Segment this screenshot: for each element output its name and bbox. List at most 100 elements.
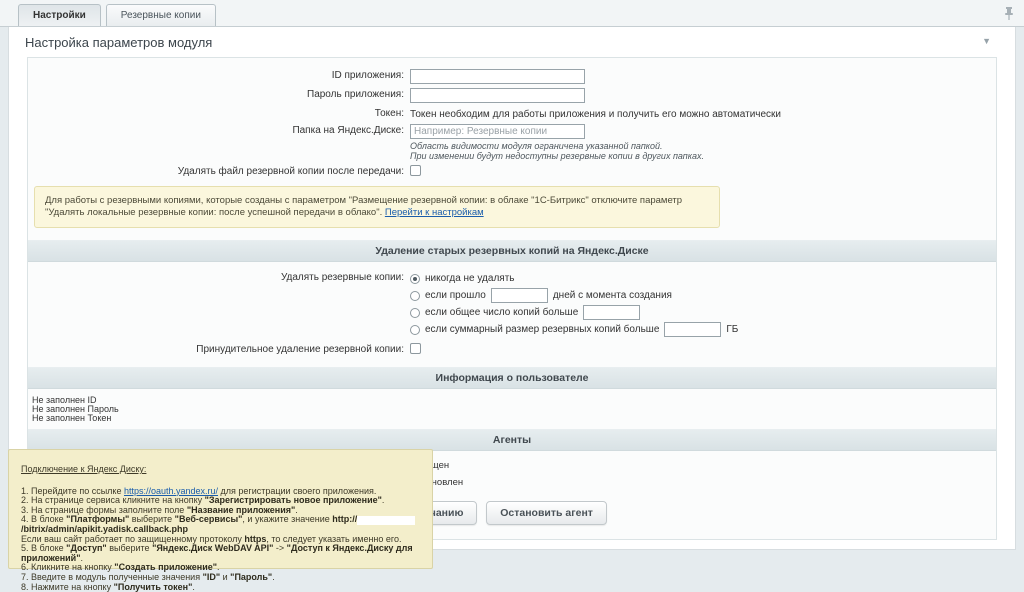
delete-after-checkbox[interactable] [410, 165, 421, 176]
agent-delete-status: Остановлен [410, 476, 996, 489]
instruction-text: . [80, 553, 83, 563]
folder-help-line-2: При изменении будут недоступны резервные… [410, 151, 996, 161]
oauth-yandex-link[interactable]: https://oauth.yandex.ru/ [124, 486, 218, 496]
yandex-connection-instructions: Подключение к Яндекс Диску: 1. Перейдите… [8, 449, 433, 569]
cleanup-radio-option-2[interactable]: если общее число копий больше [410, 305, 996, 320]
pin-icon[interactable] [1004, 6, 1014, 24]
tab-backups-label: Резервные копии [121, 10, 201, 21]
instruction-text: "Зарегистрировать новое приложение" [205, 495, 382, 505]
radio-icon[interactable] [410, 308, 420, 318]
instruction-text: . [272, 572, 275, 582]
cleanup-label: Удалять резервные копии: [28, 270, 410, 339]
cleanup-radio-option-3[interactable]: если суммарный размер резервных копий бо… [410, 322, 996, 337]
form-row-folder: Папка на Яндекс.Диске: Область видимости… [28, 123, 996, 161]
instruction-text: , и укажите значение [242, 514, 332, 524]
instructions-title: Подключение к Яндекс Диску: [21, 465, 420, 475]
instruction-text: "Получить токен" [114, 582, 193, 592]
instruction-text: /bitrix/admin/apikit.yadisk.callback.php [21, 524, 188, 534]
app-id-input[interactable] [410, 69, 585, 84]
app-password-label: Пароль приложения: [28, 87, 410, 103]
user-info-line: Не заполнен Пароль [32, 405, 996, 414]
force-delete-checkbox[interactable] [410, 343, 421, 354]
instruction-text: . [192, 582, 195, 592]
instruction-text: "ID" [203, 572, 221, 582]
form-row-force-delete: Принудительное удаление резервной копии: [28, 342, 996, 355]
tab-bar: Настройки Резервные копии [0, 0, 1024, 27]
token-label: Токен: [28, 106, 410, 120]
instruction-text: для регистрации своего приложения. [218, 486, 376, 496]
redacted-domain [357, 516, 415, 525]
instruction-text: https [244, 534, 266, 544]
instruction-line: 4. В блоке "Платформы" выберите "Веб-сер… [21, 515, 420, 534]
cleanup-size-input[interactable] [664, 322, 721, 337]
instruction-line: 8. Нажмите на кнопку "Получить токен". [21, 583, 420, 592]
notice-text: Для работы с резервными копиями, которые… [45, 195, 682, 218]
user-info-block: Не заполнен IDНе заполнен ПарольНе запол… [28, 389, 996, 425]
chevron-down-icon[interactable]: ▼ [982, 36, 991, 46]
form-row-token: Токен: Токен необходим для работы прилож… [28, 106, 996, 120]
instruction-text: 4. В блоке [21, 514, 66, 524]
instruction-text: 7. Введите в модуль полученные значения [21, 572, 203, 582]
option-text: никогда не удалять [425, 273, 515, 284]
option-text: если общее число копий больше [425, 307, 578, 318]
cleanup-radio-option-0[interactable]: никогда не удалять [410, 271, 996, 286]
form-row-cleanup: Удалять резервные копии: никогда не удал… [28, 270, 996, 339]
form-row-app-password: Пароль приложения: [28, 87, 996, 103]
cleanup-radio-option-1[interactable]: если прошло дней с момента создания [410, 288, 996, 303]
instruction-text: Если ваш сайт работает по защищенному пр… [21, 534, 244, 544]
cleanup-count-input[interactable] [583, 305, 640, 320]
page-title: Настройка параметров модуля [25, 35, 999, 50]
instruction-text: http:// [332, 514, 357, 524]
cleanup-days-input[interactable] [491, 288, 548, 303]
instruction-text: . [217, 562, 220, 572]
form-row-delete-after: Удалять файл резервной копии после перед… [28, 164, 996, 177]
radio-icon[interactable] [410, 274, 420, 284]
instruction-text: выберите [107, 543, 152, 553]
radio-icon[interactable] [410, 325, 420, 335]
instruction-text: . [382, 495, 385, 505]
user-info-line: Не заполнен Токен [32, 414, 996, 423]
go-to-settings-link[interactable]: Перейти к настройкам [385, 207, 484, 218]
folder-input[interactable] [410, 124, 585, 139]
option-text: если прошло [425, 290, 486, 301]
stop-agent-button[interactable]: Остановить агент [486, 501, 607, 525]
section-agents: Агенты [28, 429, 996, 451]
section-cleanup: Удаление старых резервных копий на Яндек… [28, 240, 996, 262]
instruction-text: -> [273, 543, 286, 553]
token-hint: Токен необходим для работы приложения и … [410, 106, 996, 120]
app-password-input[interactable] [410, 88, 585, 103]
section-user-info: Информация о пользователе [28, 367, 996, 389]
instruction-text: 3. На странице формы заполните поле [21, 505, 187, 515]
delete-after-label: Удалять файл резервной копии после перед… [28, 164, 410, 177]
instruction-text: "Доступ" [66, 543, 107, 553]
instruction-text: . [295, 505, 298, 515]
option-text-after: ГБ [726, 324, 738, 335]
instructions-lines: 1. Перейдите по ссылке https://oauth.yan… [21, 487, 420, 592]
option-text: если суммарный размер резервных копий бо… [425, 324, 659, 335]
cleanup-options: никогда не удалять если прошло дней с моме… [410, 270, 996, 339]
tab-settings[interactable]: Настройки [18, 4, 101, 26]
cloud-backup-notice: Для работы с резервными копиями, которые… [34, 186, 720, 228]
folder-help-line-1: Область видимости модуля ограничена указ… [410, 141, 996, 151]
instruction-text: "Пароль" [230, 572, 272, 582]
instruction-text: , то следует указать именно его. [266, 534, 401, 544]
instruction-text: "Создать приложение" [114, 562, 217, 572]
tab-settings-label: Настройки [33, 10, 86, 21]
instruction-text: 6. Кликните на кнопку [21, 562, 114, 572]
option-text-after: дней с момента создания [553, 290, 672, 301]
instruction-text: 5. В блоке [21, 543, 66, 553]
tab-backups[interactable]: Резервные копии [106, 4, 216, 26]
form-row-app-id: ID приложения: [28, 68, 996, 84]
instruction-text: выберите [129, 514, 174, 524]
instruction-text: и [220, 572, 230, 582]
radio-icon[interactable] [410, 291, 420, 301]
force-delete-label: Принудительное удаление резервной копии: [28, 342, 410, 355]
instruction-text: 2. На странице сервиса кликните на кнопк… [21, 495, 205, 505]
instruction-text: 1. Перейдите по ссылке [21, 486, 124, 496]
app-id-label: ID приложения: [28, 68, 410, 84]
user-info-line: Не заполнен ID [32, 396, 996, 405]
instruction-text: "Платформы" [66, 514, 129, 524]
instruction-text: 8. Нажмите на кнопку [21, 582, 114, 592]
panel-header: Настройка параметров модуля ▼ [9, 27, 1015, 57]
instruction-text: "Яндекс.Диск WebDAV API" [152, 543, 273, 553]
